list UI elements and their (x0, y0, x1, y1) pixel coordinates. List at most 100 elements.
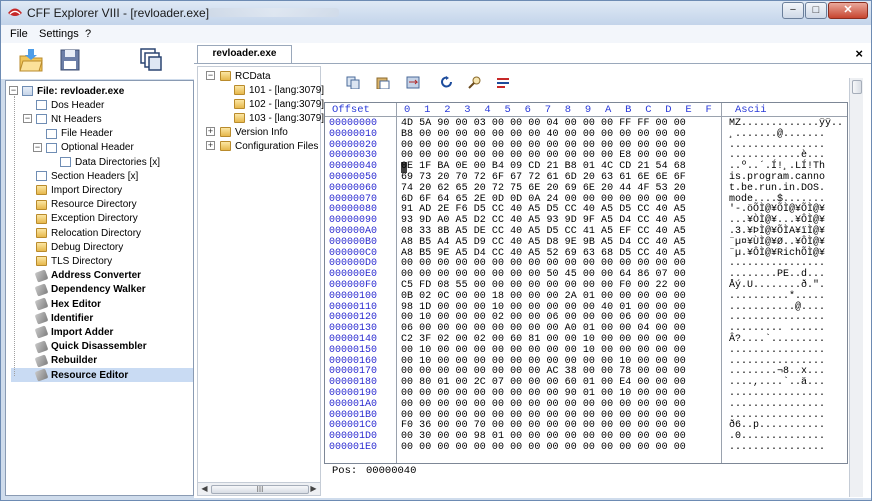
resource-tree-item[interactable]: 101 - [lang:3079] (234, 83, 324, 97)
maximize-button[interactable]: □ (805, 2, 827, 19)
expander-icon[interactable]: − (206, 71, 215, 80)
tree-item[interactable]: Resource Editor (11, 368, 193, 382)
hex-bytes[interactable]: 74 20 62 65 20 72 75 6E 20 69 6E 20 44 4… (401, 183, 686, 195)
tree-item[interactable]: File: revloader.exe (22, 84, 124, 98)
hex-column-header: 5 (504, 104, 511, 116)
hex-bytes[interactable]: 0B 02 0C 00 00 18 00 00 00 2A 01 00 00 0… (401, 291, 686, 303)
hex-ascii[interactable]: ................ (729, 345, 825, 357)
tree-item[interactable]: Exception Directory (36, 212, 138, 226)
hex-ascii[interactable]: ................ (729, 399, 825, 411)
resource-tree-item[interactable]: Version Info (220, 125, 288, 139)
tree-item[interactable]: Dependency Walker (34, 283, 146, 297)
tool-icon (34, 325, 49, 339)
folder-icon (220, 141, 231, 151)
tree-item-label: Dos Header (51, 99, 105, 111)
tree-item[interactable]: Nt Headers (36, 112, 102, 126)
tree-item[interactable]: Data Directories [x] (60, 155, 160, 169)
tree-item[interactable]: Relocation Directory (36, 226, 141, 240)
tree-item[interactable]: Import Directory (36, 183, 122, 197)
menu-help[interactable]: ? (85, 28, 91, 40)
vscroll-thumb[interactable] (852, 80, 862, 94)
refresh-icon[interactable] (440, 76, 454, 89)
app-window: CFF Explorer VIII - [revloader.exe] − □ … (0, 0, 872, 501)
goto-offset-icon[interactable] (496, 76, 510, 89)
tree-item[interactable]: Import Adder (34, 325, 113, 339)
offset-divider (396, 103, 397, 463)
tree-item[interactable]: Identifier (34, 311, 93, 325)
windows-icon[interactable] (138, 47, 164, 73)
close-tab-icon[interactable]: × (855, 46, 863, 61)
hex-editor-view[interactable]: Offset Ascii 0123456789ABCDEF 00000000 4D… (324, 102, 848, 464)
ascii-column-header: Ascii (735, 104, 767, 116)
hex-column-header: 6 (524, 104, 531, 116)
hex-header-row: Offset Ascii 0 1 2 3 4 5 6 7 89 A B C D E F (325, 103, 847, 117)
hex-ascii[interactable]: ¨µ¤¥ÙÌ@¥Ø..¥ÔÌ@¥ (729, 237, 825, 249)
copy-icon[interactable] (346, 76, 360, 89)
title-bar[interactable]: CFF Explorer VIII - [revloader.exe] − □ … (1, 1, 871, 25)
hex-bytes[interactable]: 00 00 00 00 00 00 00 00 00 00 00 00 00 0… (401, 399, 686, 411)
tree-item[interactable]: Dos Header (36, 98, 104, 112)
hex-bytes[interactable]: A8 B5 A4 A5 D9 CC 40 A5 D8 9E 9B A5 D4 C… (401, 237, 686, 249)
hex-ascii[interactable]: ¸.......@....... (729, 129, 825, 141)
hex-column-header: 9 (584, 104, 592, 116)
hex-ascii[interactable]: t.be.run.in.DOS. (729, 183, 825, 195)
tree-item[interactable]: Debug Directory (36, 240, 123, 254)
resource-tree: ◀ III ▶ RCData − 101 - [lang:3079] 102 - [l… (197, 66, 324, 496)
expander-icon[interactable]: − (23, 114, 32, 124)
resource-tree-item[interactable]: Configuration Files (220, 139, 318, 153)
tree-item[interactable]: Optional Header (46, 141, 134, 155)
hex-bytes[interactable]: 00 00 00 00 00 00 00 00 00 00 00 00 00 0… (401, 442, 686, 454)
tool-icon (34, 368, 49, 382)
replace-icon[interactable] (406, 76, 420, 89)
menu-file[interactable]: File (10, 28, 28, 40)
tree-item[interactable]: File Header (46, 127, 113, 141)
scroll-left-icon[interactable]: ◀ (199, 484, 210, 494)
hex-bytes[interactable]: B8 00 00 00 00 00 00 00 40 00 00 00 00 0… (401, 129, 686, 141)
search-icon[interactable] (468, 76, 482, 89)
close-button[interactable]: ✕ (828, 2, 868, 19)
save-file-icon[interactable] (57, 47, 83, 73)
hex-ascii[interactable]: ..........*..... (729, 291, 825, 303)
tree-item[interactable]: Hex Editor (34, 297, 101, 311)
tool-icon (34, 354, 49, 368)
tree-item-label: File Header (61, 128, 113, 140)
hex-offset: 00000150 (329, 344, 378, 356)
tree-item[interactable]: Rebuilder (34, 354, 97, 368)
resource-tree-item[interactable]: RCData (220, 69, 271, 83)
hex-bytes[interactable]: 00 10 00 00 00 00 00 00 00 00 10 00 00 0… (401, 345, 686, 357)
tree-item[interactable]: Section Headers [x] (36, 169, 138, 183)
tool-icon (34, 269, 49, 283)
resource-tree-item[interactable]: 102 - [lang:3079] (234, 97, 324, 111)
document-icon (60, 157, 71, 167)
tab-bar: revloader.exe × (194, 43, 871, 63)
expander-icon[interactable]: + (206, 141, 215, 150)
folder-icon (220, 71, 231, 81)
resource-item-label: RCData (235, 70, 271, 82)
scroll-thumb[interactable]: III (211, 485, 309, 494)
document-icon (36, 100, 47, 111)
hex-ascii[interactable]: ................ (729, 442, 825, 454)
tree-item[interactable]: TLS Directory (36, 254, 112, 268)
menu-settings[interactable]: Settings (39, 28, 79, 40)
expander-icon[interactable]: + (206, 127, 215, 136)
hex-vscrollbar[interactable] (849, 78, 863, 497)
folder-icon (234, 85, 245, 95)
main-toolbar (1, 43, 194, 79)
tree-item[interactable]: Address Converter (34, 269, 141, 283)
tree-item[interactable]: Quick Disassembler (34, 340, 147, 354)
open-file-icon[interactable] (18, 47, 44, 73)
minimize-button[interactable]: − (782, 2, 804, 19)
tree-item[interactable]: Resource Directory (36, 198, 137, 212)
scroll-right-icon[interactable]: ▶ (308, 484, 319, 494)
resource-item-label: Version Info (235, 126, 288, 138)
folder-icon (36, 199, 47, 210)
expander-icon[interactable]: − (33, 142, 42, 152)
folder-icon (220, 127, 231, 137)
pe-structure-tree: File: revloader.exe − Dos Header Nt Headers… (5, 80, 194, 496)
resource-tree-item[interactable]: 103 - [lang:3079] (234, 111, 324, 125)
paste-icon[interactable] (376, 76, 390, 89)
resource-tree-hscrollbar[interactable]: ◀ III ▶ (198, 482, 320, 495)
expander-icon[interactable]: − (9, 86, 18, 95)
tab-revloader[interactable]: revloader.exe (197, 45, 292, 63)
tree-item-label: Optional Header (61, 142, 134, 154)
